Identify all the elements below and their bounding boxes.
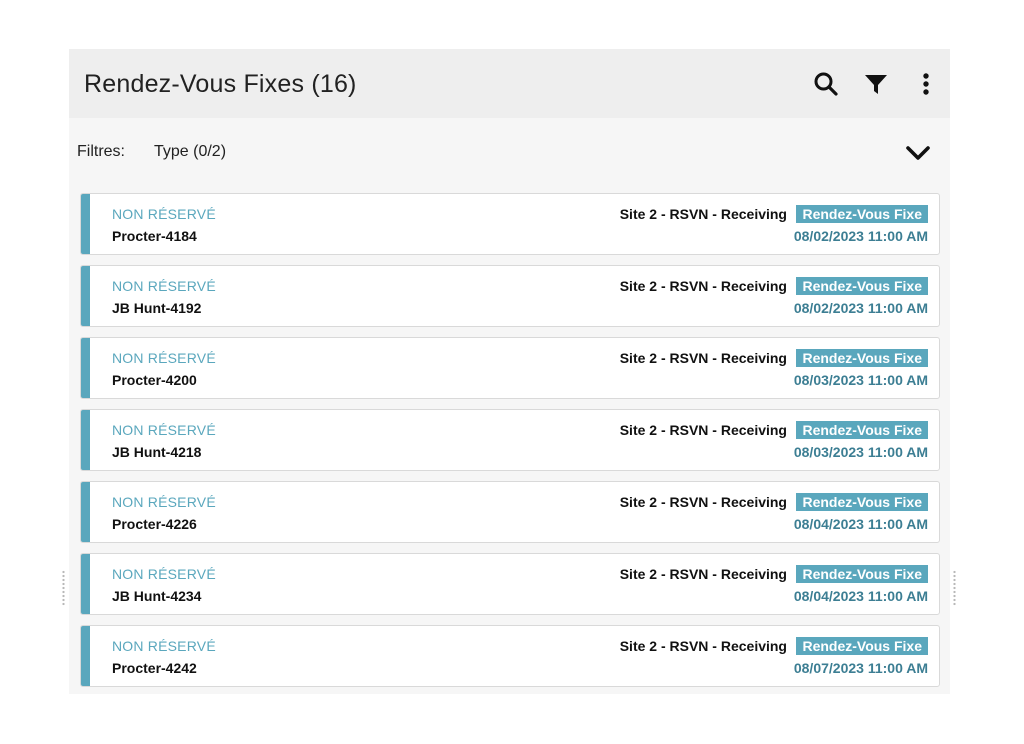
card-name: Procter-4184 — [112, 228, 197, 244]
card-date: 08/03/2023 11:00 AM — [793, 444, 928, 460]
card-date: 08/02/2023 11:00 AM — [793, 228, 928, 244]
filter-icon[interactable] — [862, 70, 890, 98]
appointments-panel: Rendez-Vous Fixes (16) Filtres: Type (0/… — [69, 49, 950, 694]
card-site: Site 2 - RSVN - Receiving — [619, 206, 787, 222]
card-site: Site 2 - RSVN - Receiving — [619, 638, 787, 654]
card-date: 08/07/2023 11:00 AM — [793, 660, 928, 676]
appointment-card[interactable]: NON RÉSERVÉ Procter-4226 Site 2 - RSVN -… — [80, 481, 940, 543]
appointment-card[interactable]: NON RÉSERVÉ Procter-4242 Site 2 - RSVN -… — [80, 625, 940, 687]
card-accent-bar — [81, 410, 90, 470]
card-site: Site 2 - RSVN - Receiving — [619, 566, 787, 582]
card-site: Site 2 - RSVN - Receiving — [619, 494, 787, 510]
card-type-badge: Rendez-Vous Fixe — [796, 493, 928, 511]
card-accent-bar — [81, 338, 90, 398]
card-type-badge: Rendez-Vous Fixe — [796, 637, 928, 655]
card-status: NON RÉSERVÉ — [112, 494, 216, 510]
card-accent-bar — [81, 266, 90, 326]
card-accent-bar — [81, 482, 90, 542]
card-type-badge: Rendez-Vous Fixe — [796, 205, 928, 223]
card-status: NON RÉSERVÉ — [112, 566, 216, 582]
card-status: NON RÉSERVÉ — [112, 422, 216, 438]
card-status: NON RÉSERVÉ — [112, 638, 216, 654]
card-status: NON RÉSERVÉ — [112, 278, 216, 294]
card-name: JB Hunt-4218 — [112, 444, 202, 460]
filters-label: Filtres: — [77, 143, 125, 160]
card-date: 08/03/2023 11:00 AM — [793, 372, 928, 388]
appointment-card[interactable]: NON RÉSERVÉ JB Hunt-4234 Site 2 - RSVN -… — [80, 553, 940, 615]
appointment-card[interactable]: NON RÉSERVÉ JB Hunt-4192 Site 2 - RSVN -… — [80, 265, 940, 327]
appointment-card[interactable]: NON RÉSERVÉ Procter-4184 Site 2 - RSVN -… — [80, 193, 940, 255]
type-filter[interactable]: Type (0/2) — [154, 143, 226, 161]
filters-bar: Filtres: Type (0/2) — [69, 118, 950, 190]
card-site: Site 2 - RSVN - Receiving — [619, 278, 787, 294]
right-resize-handle[interactable] — [953, 570, 956, 606]
card-date: 08/02/2023 11:00 AM — [793, 300, 928, 316]
more-vert-icon[interactable] — [912, 70, 940, 98]
card-type-badge: Rendez-Vous Fixe — [796, 277, 928, 295]
appointment-card[interactable]: NON RÉSERVÉ Procter-4200 Site 2 - RSVN -… — [80, 337, 940, 399]
card-status: NON RÉSERVÉ — [112, 350, 216, 366]
card-status: NON RÉSERVÉ — [112, 206, 216, 222]
card-accent-bar — [81, 194, 90, 254]
card-site: Site 2 - RSVN - Receiving — [619, 350, 787, 366]
page-title: Rendez-Vous Fixes (16) — [84, 70, 357, 98]
card-date: 08/04/2023 11:00 AM — [793, 588, 928, 604]
card-date: 08/04/2023 11:00 AM — [793, 516, 928, 532]
search-icon[interactable] — [812, 70, 840, 98]
chevron-down-icon[interactable] — [904, 142, 932, 164]
appointment-card[interactable]: NON RÉSERVÉ JB Hunt-4218 Site 2 - RSVN -… — [80, 409, 940, 471]
card-type-badge: Rendez-Vous Fixe — [796, 421, 928, 439]
card-name: Procter-4226 — [112, 516, 197, 532]
card-site: Site 2 - RSVN - Receiving — [619, 422, 787, 438]
card-accent-bar — [81, 554, 90, 614]
card-type-badge: Rendez-Vous Fixe — [796, 349, 928, 367]
card-type-badge: Rendez-Vous Fixe — [796, 565, 928, 583]
panel-header: Rendez-Vous Fixes (16) — [69, 49, 950, 118]
card-name: Procter-4200 — [112, 372, 197, 388]
card-name: JB Hunt-4234 — [112, 588, 202, 604]
card-accent-bar — [81, 626, 90, 686]
card-name: JB Hunt-4192 — [112, 300, 202, 316]
card-name: Procter-4242 — [112, 660, 197, 676]
left-resize-handle[interactable] — [62, 570, 65, 606]
